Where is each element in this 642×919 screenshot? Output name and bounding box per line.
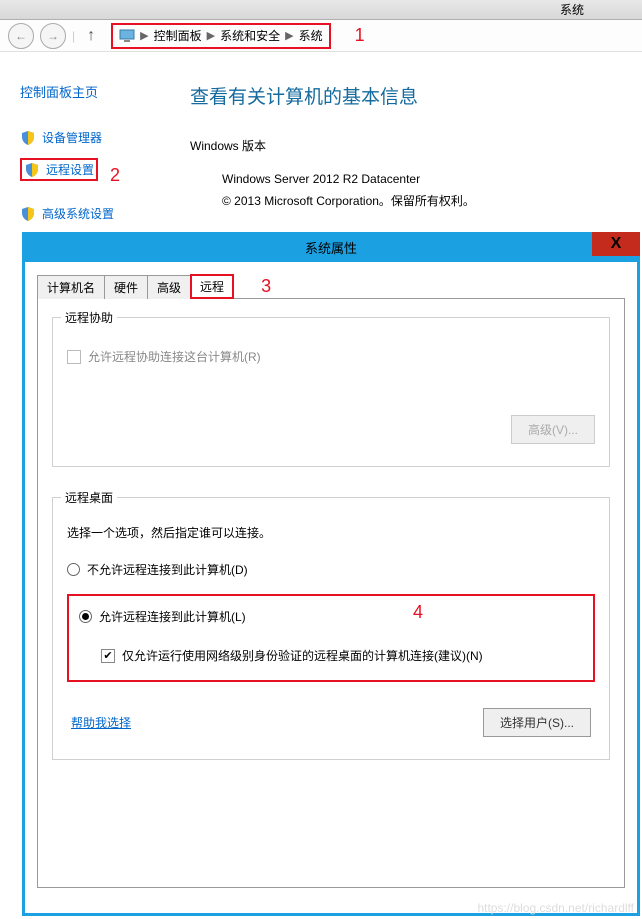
radio-icon [67,563,80,576]
checkbox-label: 仅允许运行使用网络级别身份验证的远程桌面的计算机连接(建议)(N) [122,647,483,664]
tab-computer-name[interactable]: 计算机名 [37,275,105,299]
page-title: 查看有关计算机的基本信息 [190,82,642,109]
nla-checkbox-row[interactable]: 仅允许运行使用网络级别身份验证的远程桌面的计算机连接(建议)(N) [101,647,583,664]
chevron-right-icon: ▶ [140,29,148,42]
watermark: https://blog.csdn.net/richardlff [477,901,634,915]
shield-icon [20,206,36,222]
checkbox-icon [101,649,115,663]
chevron-right-icon: ▶ [285,29,293,42]
chevron-right-icon: ▶ [207,29,215,42]
tab-remote[interactable]: 远程 [190,274,234,299]
annotation-1: 1 [355,25,365,46]
remote-desktop-group: 远程桌面 选择一个选项，然后指定谁可以连接。 不允许远程连接到此计算机(D) 4… [52,497,610,760]
help-link[interactable]: 帮助我选择 [71,714,131,731]
radio-label: 允许远程连接到此计算机(L) [99,608,246,625]
radio-label: 不允许远程连接到此计算机(D) [87,561,248,578]
checkbox-icon [67,350,81,364]
sidebar-item-remote-settings[interactable]: 远程设置 [20,158,98,181]
group-legend: 远程协助 [61,309,117,326]
tabs: 计算机名 硬件 高级 远程 3 [37,274,625,299]
sidebar-item-device-manager[interactable]: 设备管理器 [20,129,180,146]
group-legend: 远程桌面 [61,489,117,506]
sidebar: 控制面板主页 设备管理器 远程设置 2 高级系统设置 [0,82,180,234]
sidebar-item-label: 高级系统设置 [42,205,114,222]
content-pane: 查看有关计算机的基本信息 Windows 版本 Windows Server 2… [180,82,642,234]
computer-icon [119,29,135,43]
advanced-button[interactable]: 高级(V)... [511,415,595,444]
sidebar-item-advanced-settings[interactable]: 高级系统设置 [20,205,180,222]
radio-icon [79,610,92,623]
shield-icon [20,130,36,146]
dialog-title: 系统属性 [305,238,357,257]
back-button[interactable]: ← [8,23,34,49]
annotation-4: 4 [413,602,423,623]
section-label: Windows 版本 [190,137,642,154]
radio-allow[interactable]: 允许远程连接到此计算机(L) [79,608,583,625]
allow-connection-box: 4 允许远程连接到此计算机(L) 仅允许运行使用网络级别身份验证的远程桌面的计算… [67,594,595,682]
remote-desktop-intro: 选择一个选项，然后指定谁可以连接。 [67,524,595,541]
system-properties-dialog: 系统属性 X 计算机名 硬件 高级 远程 3 远程协助 允许远程协助连接这台计算… [22,232,640,916]
copyright: © 2013 Microsoft Corporation。保留所有权利。 [222,191,642,213]
close-icon: X [611,235,622,253]
tab-content-remote: 远程协助 允许远程协助连接这台计算机(R) 高级(V)... 远程桌面 选择一个… [37,298,625,888]
up-button[interactable]: ↑ [81,26,101,46]
breadcrumb-home[interactable]: 控制面板 [154,27,202,44]
nav-separator: | [72,29,75,43]
forward-button[interactable]: → [40,23,66,49]
close-button[interactable]: X [592,232,640,256]
dialog-titlebar[interactable]: 系统属性 X [22,232,640,262]
nav-bar: ← → | ↑ ▶ 控制面板 ▶ 系统和安全 ▶ 系统 1 [0,20,642,52]
window-title: 系统 [560,1,584,18]
checkbox-label: 允许远程协助连接这台计算机(R) [88,348,261,365]
radio-deny[interactable]: 不允许远程连接到此计算机(D) [67,561,595,578]
sidebar-title[interactable]: 控制面板主页 [20,82,180,101]
annotation-3: 3 [261,276,271,297]
window-titlebar: 系统 [0,0,642,20]
breadcrumb-mid[interactable]: 系统和安全 [220,27,280,44]
annotation-2: 2 [110,165,120,186]
tab-hardware[interactable]: 硬件 [104,275,148,299]
remote-assist-checkbox-row[interactable]: 允许远程协助连接这台计算机(R) [67,348,595,365]
windows-version: Windows Server 2012 R2 Datacenter [222,169,642,191]
sidebar-item-label: 设备管理器 [42,129,102,146]
shield-icon [24,162,40,178]
tab-advanced[interactable]: 高级 [147,275,191,299]
sidebar-item-label: 远程设置 [46,161,94,178]
breadcrumb[interactable]: ▶ 控制面板 ▶ 系统和安全 ▶ 系统 [111,23,330,49]
select-users-button[interactable]: 选择用户(S)... [483,708,591,737]
breadcrumb-leaf[interactable]: 系统 [299,27,323,44]
remote-assist-group: 远程协助 允许远程协助连接这台计算机(R) 高级(V)... [52,317,610,467]
